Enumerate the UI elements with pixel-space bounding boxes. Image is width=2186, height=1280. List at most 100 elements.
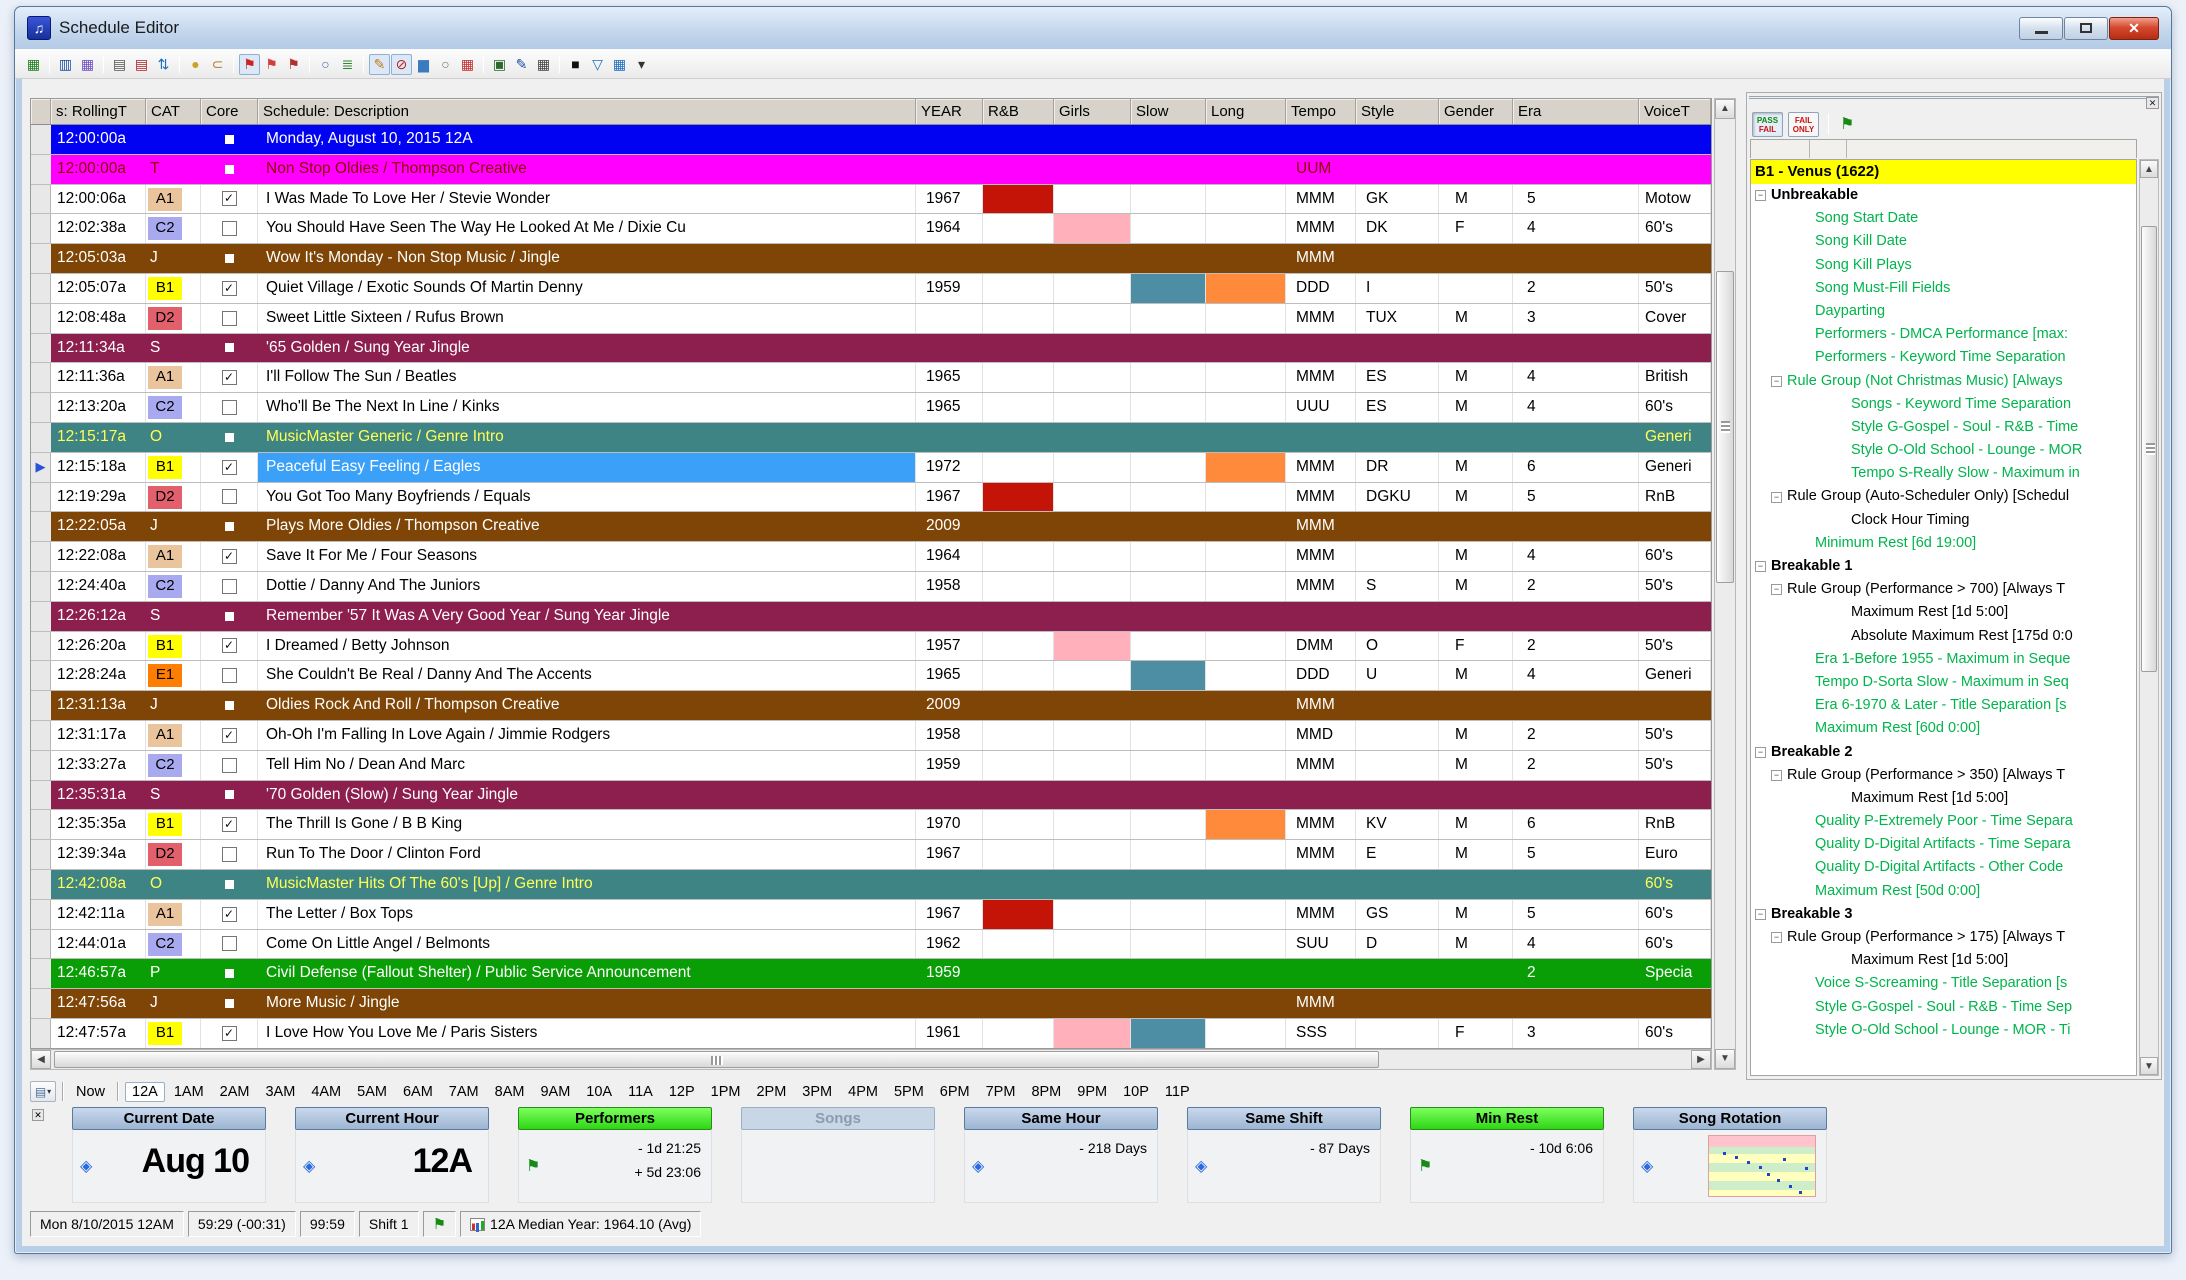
rule-item[interactable]: Performers - DMCA Performance [max: [1751, 323, 2136, 346]
rule-item[interactable]: Absolute Maximum Rest [175d 0:0 [1751, 625, 2136, 648]
minimize-button[interactable] [2019, 17, 2063, 40]
search-icon[interactable]: ○ [315, 54, 336, 75]
column-header-era[interactable]: Era [1513, 99, 1639, 124]
column-header-style[interactable]: Style [1356, 99, 1439, 124]
rule-item[interactable]: Performers - Keyword Time Separation [1751, 346, 2136, 369]
column-header-marker[interactable] [31, 99, 51, 124]
schedule-song-row[interactable]: 12:19:29aD2You Got Too Many Boyfriends /… [31, 483, 1711, 513]
expand-diamond-icon[interactable]: ◈ [1195, 1156, 1207, 1176]
column-header-rnb[interactable]: R&B [983, 99, 1054, 124]
rule-item[interactable]: −Breakable 1 [1751, 555, 2136, 578]
print-red-icon[interactable]: ▤ [131, 54, 152, 75]
schedule-header-row[interactable]: 12:00:00aMonday, August 10, 2015 12A [31, 125, 1711, 155]
scroll-up-icon[interactable]: ▲ [1715, 99, 1735, 119]
schedule-song-row[interactable]: 12:35:35aB1✓The Thrill Is Gone / B B Kin… [31, 810, 1711, 840]
core-checkbox[interactable] [222, 489, 237, 504]
column-header-tempo[interactable]: Tempo [1286, 99, 1356, 124]
edit-mode-icon[interactable]: ✎ [369, 54, 390, 75]
rule-item[interactable]: −Rule Group (Not Christmas Music) [Alway… [1751, 370, 2136, 393]
flag-raise-icon[interactable]: ⚑ [261, 54, 282, 75]
hour-tab-4am[interactable]: 4AM [304, 1082, 348, 1102]
expand-toggle-icon[interactable]: − [1755, 561, 1766, 572]
panel-close-icon[interactable]: ✕ [2146, 97, 2159, 109]
rule-item[interactable]: Clock Hour Timing [1751, 509, 2136, 532]
rule-tree-scrollbar[interactable]: ▲ ▼ [2139, 159, 2159, 1076]
flag-lower-icon[interactable]: ⚑ [283, 54, 304, 75]
rule-item[interactable]: Song Start Date [1751, 207, 2136, 230]
schedule-song-row[interactable]: 12:08:48aD2Sweet Little Sixteen / Rufus … [31, 304, 1711, 334]
hour-tab-10a[interactable]: 10A [579, 1082, 619, 1102]
now-button[interactable]: Now [70, 1082, 111, 1102]
horizontal-scrollbar[interactable]: ◀ ▶ [30, 1049, 1712, 1070]
core-checkbox[interactable]: ✓ [222, 281, 237, 296]
test-icon[interactable]: ■ [565, 54, 586, 75]
scroll-left-icon[interactable]: ◀ [31, 1050, 51, 1069]
schedule-song-row[interactable]: 12:31:17aA1✓Oh-Oh I'm Falling In Love Ag… [31, 721, 1711, 751]
hour-tab-9pm[interactable]: 9PM [1070, 1082, 1114, 1102]
core-checkbox[interactable]: ✓ [222, 370, 237, 385]
hour-tab-11a[interactable]: 11A [621, 1082, 660, 1102]
rule-item[interactable]: Era 1-Before 1955 - Maximum in Seque [1751, 648, 2136, 671]
rule-item[interactable]: Maximum Rest [1d 5:00] [1751, 949, 2136, 972]
hour-tab-6pm[interactable]: 6PM [933, 1082, 977, 1102]
rule-item[interactable]: Maximum Rest [1d 5:00] [1751, 601, 2136, 624]
rule-item[interactable]: Song Kill Plays [1751, 254, 2136, 277]
rule-item[interactable]: Maximum Rest [1d 5:00] [1751, 787, 2136, 810]
schedule-song-row[interactable]: 12:33:27aC2Tell Him No / Dean And Marc19… [31, 751, 1711, 781]
hour-tab-5am[interactable]: 5AM [350, 1082, 394, 1102]
column-header-core[interactable]: Core [201, 99, 258, 124]
core-checkbox[interactable]: ✓ [222, 817, 237, 832]
schedule-song-row[interactable]: 12:44:01aC2Come On Little Angel / Belmon… [31, 930, 1711, 960]
rule-item[interactable]: Maximum Rest [50d 0:00] [1751, 880, 2136, 903]
rules-scroll-up-icon[interactable]: ▲ [2140, 160, 2158, 178]
hour-tab-6am[interactable]: 6AM [396, 1082, 440, 1102]
schedule-song-row[interactable]: 12:26:20aB1✓I Dreamed / Betty Johnson195… [31, 632, 1711, 662]
no-timer-icon[interactable]: ⊘ [391, 54, 412, 75]
column-header-time[interactable]: s: RollingT [51, 99, 146, 124]
rule-item[interactable]: Quality P-Extremely Poor - Time Separa [1751, 810, 2136, 833]
schedule-properties-icon[interactable]: ▦ [77, 54, 98, 75]
schedule-song-row[interactable]: 12:42:11aA1✓The Letter / Box Tops1967MMM… [31, 900, 1711, 930]
recap-icon[interactable]: ▦ [457, 54, 478, 75]
maximize-button[interactable] [2064, 17, 2108, 40]
hour-tab-5pm[interactable]: 5PM [887, 1082, 931, 1102]
rule-item[interactable]: −Unbreakable [1751, 184, 2136, 207]
schedule-header-row[interactable]: 12:11:34aS'65 Golden / Sung Year Jingle [31, 334, 1711, 364]
column-header-gender[interactable]: Gender [1439, 99, 1513, 124]
core-checkbox[interactable]: ✓ [222, 728, 237, 743]
rule-item[interactable]: Tempo S-Really Slow - Maximum in [1751, 462, 2136, 485]
hour-tab-10p[interactable]: 10P [1116, 1082, 1156, 1102]
schedule-header-row[interactable]: 12:35:31aS'70 Golden (Slow) / Sung Year … [31, 781, 1711, 811]
schedule-header-row[interactable]: 12:26:12aSRemember '57 It Was A Very Goo… [31, 602, 1711, 632]
schedule-header-row[interactable]: 12:46:57aPCivil Defense (Fallout Shelter… [31, 959, 1711, 989]
core-checkbox[interactable] [222, 311, 237, 326]
expand-toggle-icon[interactable]: − [1755, 909, 1766, 920]
core-checkbox[interactable] [222, 221, 237, 236]
lock-icon[interactable]: ● [185, 54, 206, 75]
schedule-header-row[interactable]: 12:42:08aOMusicMaster Hits Of The 60's [… [31, 870, 1711, 900]
core-checkbox[interactable] [222, 400, 237, 415]
hour-tab-1pm[interactable]: 1PM [704, 1082, 748, 1102]
pass-fail-button[interactable]: PASS FAIL [1752, 112, 1783, 137]
fail-only-button[interactable]: FAIL ONLY [1788, 112, 1819, 137]
schedule-song-row[interactable]: ▶12:15:18aB1✓Peaceful Easy Feeling / Eag… [31, 453, 1711, 483]
expand-diamond-icon[interactable]: ◈ [972, 1156, 984, 1176]
schedule-header-row[interactable]: 12:05:03aJWow It's Monday - Non Stop Mus… [31, 244, 1711, 274]
core-checkbox[interactable] [222, 668, 237, 683]
rule-item[interactable]: −Rule Group (Performance > 350) [Always … [1751, 764, 2136, 787]
schedule-song-row[interactable]: 12:24:40aC2Dottie / Danny And The Junior… [31, 572, 1711, 602]
expand-toggle-icon[interactable]: − [1771, 584, 1782, 595]
core-checkbox[interactable] [222, 579, 237, 594]
column-header-desc[interactable]: Schedule: Description [258, 99, 916, 124]
rule-item[interactable]: Minimum Rest [6d 19:00] [1751, 532, 2136, 555]
rule-item[interactable]: Song Kill Date [1751, 230, 2136, 253]
expand-diamond-icon[interactable]: ◈ [80, 1156, 92, 1176]
hour-tab-2am[interactable]: 2AM [213, 1082, 257, 1102]
panel-splitter-grip[interactable]: ✕ [1749, 96, 2159, 109]
vertical-scroll-thumb[interactable] [1716, 271, 1734, 583]
schedule-song-row[interactable]: 12:22:08aA1✓Save It For Me / Four Season… [31, 542, 1711, 572]
scroll-down-icon[interactable]: ▼ [1715, 1049, 1735, 1069]
core-checkbox[interactable] [222, 847, 237, 862]
schedule-song-row[interactable]: 12:00:06aA1✓I Was Made To Love Her / Ste… [31, 185, 1711, 215]
hour-tab-3am[interactable]: 3AM [258, 1082, 302, 1102]
